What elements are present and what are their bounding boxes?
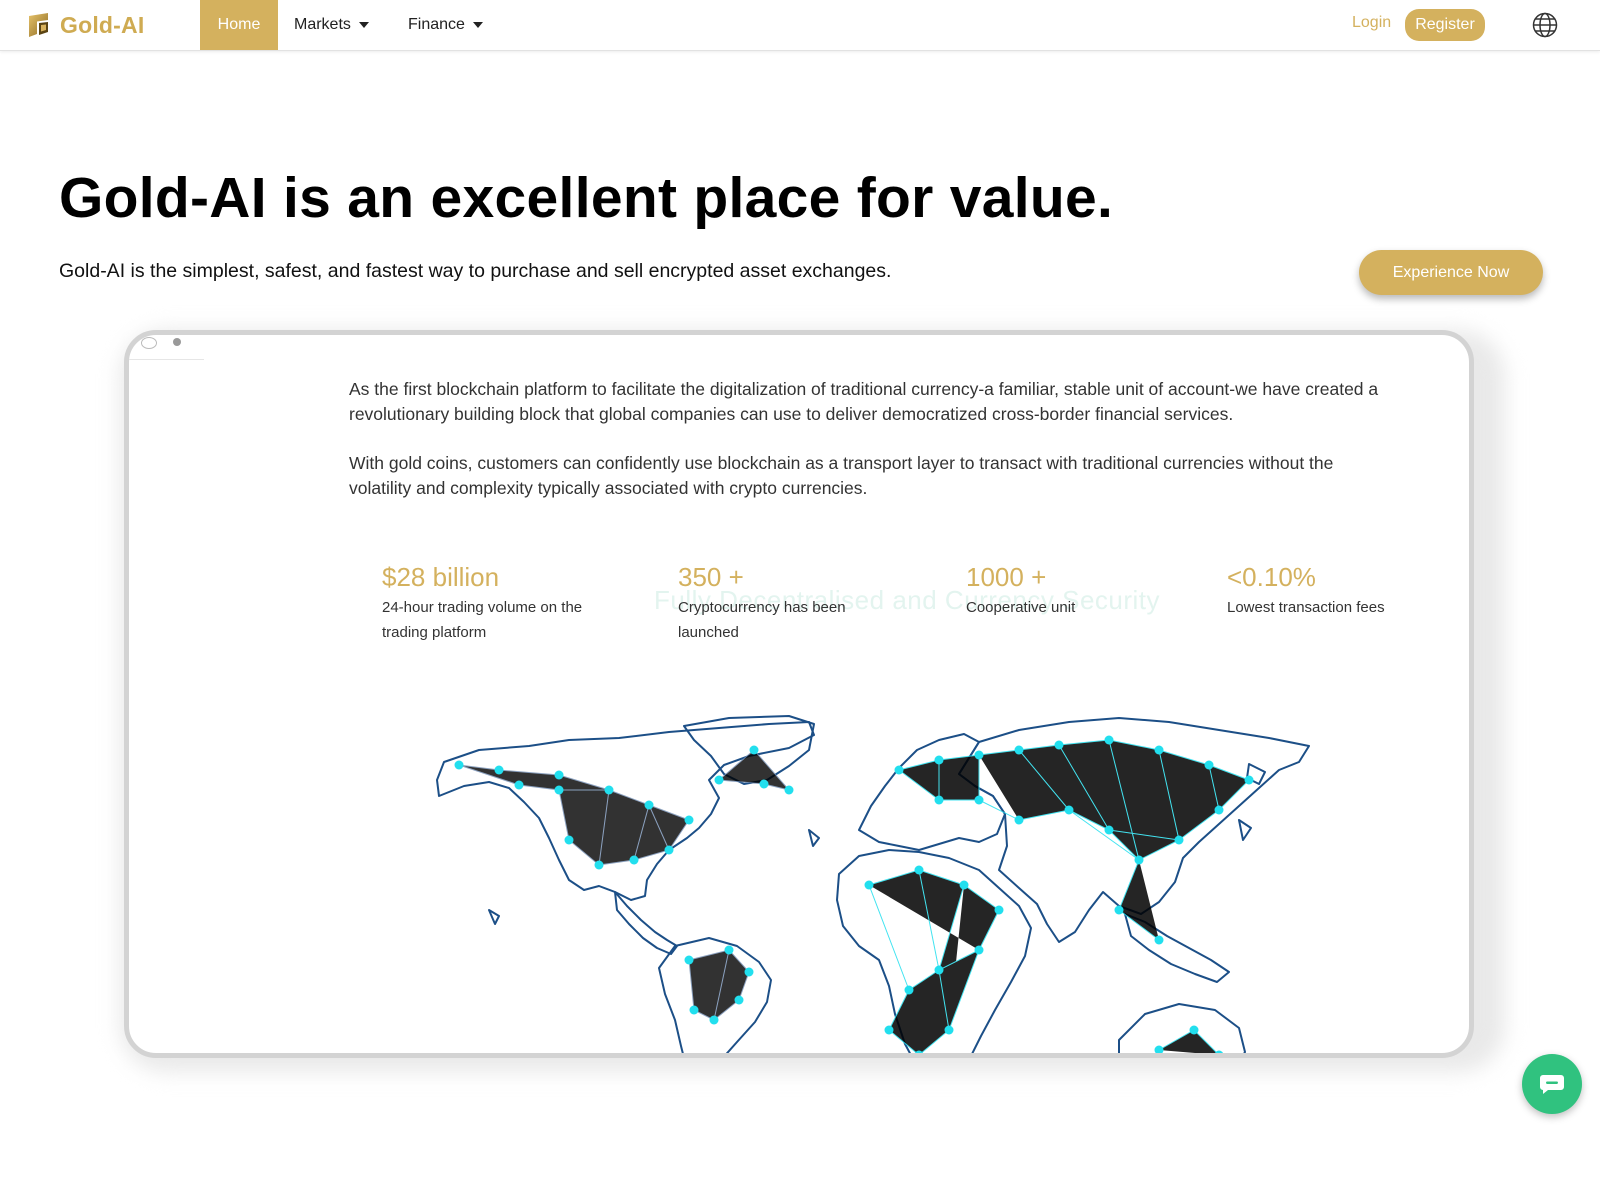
- network-node: [1064, 805, 1074, 815]
- network-node: [1104, 825, 1114, 835]
- network-node: [784, 785, 794, 795]
- network-node: [1174, 835, 1184, 845]
- network-node: [664, 845, 674, 855]
- network-node: [1214, 805, 1224, 815]
- network-node: [594, 860, 604, 870]
- network-node: [604, 785, 614, 795]
- stat-label: Lowest transaction fees: [1227, 599, 1385, 616]
- stat-cooperative-units: 1000 + Cooperative unit: [966, 561, 1166, 620]
- register-button[interactable]: Register: [1405, 9, 1485, 41]
- network-node: [724, 945, 734, 955]
- brand-logo-icon: [29, 13, 48, 37]
- stat-transaction-fees: <0.10% Lowest transaction fees: [1227, 561, 1427, 620]
- network-node: [934, 965, 944, 975]
- network-node: [684, 815, 694, 825]
- network-node: [629, 855, 639, 865]
- device-frame: As the first blockchain platform to faci…: [124, 330, 1474, 1058]
- stat-value: 1000 +: [966, 562, 1047, 592]
- network-node: [884, 1025, 894, 1035]
- network-node: [749, 745, 759, 755]
- stat-value: <0.10%: [1227, 562, 1316, 592]
- sun-icon: [173, 338, 181, 346]
- network-node: [454, 760, 464, 770]
- network-node: [1189, 1025, 1199, 1035]
- chevron-down-icon: [358, 22, 369, 28]
- network-node: [894, 765, 904, 775]
- network-node: [709, 1015, 719, 1025]
- world-network-map: [436, 715, 1310, 1053]
- network-node: [744, 967, 754, 977]
- hero-title: Gold-AI is an excellent place for value.: [59, 166, 1114, 230]
- network-node: [904, 985, 914, 995]
- stat-value: $28 billion: [382, 562, 500, 592]
- globe-icon[interactable]: [1532, 12, 1558, 38]
- network-node: [714, 775, 724, 785]
- nav-finance-label: Finance: [408, 16, 465, 33]
- brand-name: Gold-AI: [60, 11, 145, 38]
- network-node: [1154, 1045, 1164, 1053]
- network-node: [934, 795, 944, 805]
- stat-label: Cryptocurrency has been launched: [678, 599, 846, 641]
- network-node: [934, 755, 944, 765]
- network-node: [684, 955, 694, 965]
- chat-bubble-icon: [1540, 1075, 1564, 1094]
- network-node: [959, 880, 969, 890]
- network-edges-americas: [458, 749, 791, 1021]
- network-node: [974, 945, 984, 955]
- network-node: [1154, 745, 1164, 755]
- network-node: [974, 750, 984, 760]
- network-node: [914, 865, 924, 875]
- stat-value: 350 +: [678, 562, 744, 592]
- network-node: [1114, 905, 1124, 915]
- network-node: [554, 785, 564, 795]
- gold-coin-paragraph: With gold coins, customers can confident…: [349, 453, 1334, 498]
- network-node: [994, 905, 1004, 915]
- network-node: [1014, 745, 1024, 755]
- network-node: [1054, 740, 1064, 750]
- experience-now-button[interactable]: Experience Now: [1359, 250, 1543, 295]
- network-node: [944, 1025, 954, 1035]
- stat-cryptocurrencies: 350 + Cryptocurrency has been launched: [678, 561, 868, 645]
- nav-finance[interactable]: Finance: [408, 0, 483, 50]
- stat-label: 24-hour trading volume on the trading pl…: [382, 599, 583, 641]
- nav-home[interactable]: Home: [200, 0, 278, 50]
- network-node: [974, 795, 984, 805]
- network-node: [759, 779, 769, 789]
- network-node: [1134, 855, 1144, 865]
- network-node: [494, 765, 504, 775]
- network-node: [554, 770, 564, 780]
- globe-icon: [141, 337, 157, 349]
- network-node: [564, 835, 574, 845]
- stat-label: Cooperative unit: [966, 599, 1076, 616]
- brand-logo[interactable]: Gold-AI: [26, 10, 144, 40]
- map-central-america: [614, 891, 678, 955]
- network-node: [644, 800, 654, 810]
- network-node: [734, 995, 744, 1005]
- network-node: [1154, 935, 1164, 945]
- network-node: [1244, 775, 1254, 785]
- network-node: [864, 880, 874, 890]
- stat-trading-volume: $28 billion 24-hour trading volume on th…: [382, 561, 612, 645]
- hero-subtitle: Gold-AI is the simplest, safest, and fas…: [59, 260, 892, 282]
- login-link[interactable]: Login: [1352, 14, 1391, 32]
- device-toolbar: [129, 335, 204, 360]
- network-node: [689, 1005, 699, 1015]
- chat-button[interactable]: [1522, 1054, 1582, 1114]
- nav-markets-label: Markets: [294, 16, 351, 33]
- network-edges-oceania: [1158, 1029, 1218, 1053]
- network-node: [1204, 760, 1214, 770]
- top-navbar: Gold-AI Home Markets Finance Login Regis…: [0, 0, 1600, 51]
- chevron-down-icon: [472, 22, 483, 28]
- nav-markets[interactable]: Markets: [294, 0, 369, 50]
- network-node: [514, 780, 524, 790]
- network-node: [1104, 735, 1114, 745]
- intro-paragraph: As the first blockchain platform to faci…: [349, 379, 1379, 424]
- network-node: [1014, 815, 1024, 825]
